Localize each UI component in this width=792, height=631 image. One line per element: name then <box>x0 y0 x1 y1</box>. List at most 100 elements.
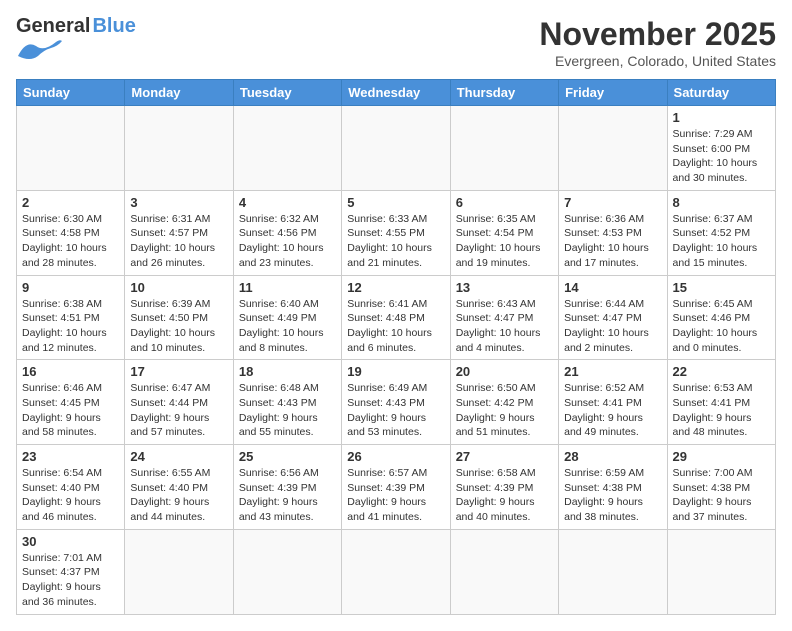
day-info: Sunrise: 6:50 AM Sunset: 4:42 PM Dayligh… <box>456 381 553 440</box>
weekday-header-thursday: Thursday <box>450 80 558 106</box>
day-info: Sunrise: 6:30 AM Sunset: 4:58 PM Dayligh… <box>22 212 119 271</box>
calendar-cell-2-4: 5Sunrise: 6:33 AM Sunset: 4:55 PM Daylig… <box>342 190 450 275</box>
calendar-cell-3-1: 9Sunrise: 6:38 AM Sunset: 4:51 PM Daylig… <box>17 275 125 360</box>
calendar-cell-3-2: 10Sunrise: 6:39 AM Sunset: 4:50 PM Dayli… <box>125 275 233 360</box>
day-info: Sunrise: 6:36 AM Sunset: 4:53 PM Dayligh… <box>564 212 661 271</box>
day-info: Sunrise: 6:43 AM Sunset: 4:47 PM Dayligh… <box>456 297 553 356</box>
day-number: 25 <box>239 449 336 464</box>
weekday-header-friday: Friday <box>559 80 667 106</box>
day-number: 15 <box>673 280 770 295</box>
day-info: Sunrise: 6:57 AM Sunset: 4:39 PM Dayligh… <box>347 466 444 525</box>
day-info: Sunrise: 6:58 AM Sunset: 4:39 PM Dayligh… <box>456 466 553 525</box>
weekday-header-row: SundayMondayTuesdayWednesdayThursdayFrid… <box>17 80 776 106</box>
day-number: 12 <box>347 280 444 295</box>
calendar-subtitle: Evergreen, Colorado, United States <box>539 53 776 69</box>
calendar-table: SundayMondayTuesdayWednesdayThursdayFrid… <box>16 79 776 615</box>
day-number: 9 <box>22 280 119 295</box>
calendar-cell-1-3 <box>233 106 341 191</box>
calendar-cell-6-6 <box>559 529 667 614</box>
day-number: 26 <box>347 449 444 464</box>
calendar-cell-2-5: 6Sunrise: 6:35 AM Sunset: 4:54 PM Daylig… <box>450 190 558 275</box>
calendar-cell-1-2 <box>125 106 233 191</box>
day-info: Sunrise: 6:40 AM Sunset: 4:49 PM Dayligh… <box>239 297 336 356</box>
day-info: Sunrise: 6:54 AM Sunset: 4:40 PM Dayligh… <box>22 466 119 525</box>
day-number: 2 <box>22 195 119 210</box>
calendar-cell-1-5 <box>450 106 558 191</box>
calendar-week-5: 23Sunrise: 6:54 AM Sunset: 4:40 PM Dayli… <box>17 445 776 530</box>
day-info: Sunrise: 6:59 AM Sunset: 4:38 PM Dayligh… <box>564 466 661 525</box>
day-info: Sunrise: 6:32 AM Sunset: 4:56 PM Dayligh… <box>239 212 336 271</box>
day-info: Sunrise: 7:01 AM Sunset: 4:37 PM Dayligh… <box>22 551 119 610</box>
day-number: 17 <box>130 364 227 379</box>
calendar-cell-3-7: 15 Sunrise: 6:45 AM Sunset: 4:46 PM Dayli… <box>667 275 775 360</box>
calendar-cell-6-3 <box>233 529 341 614</box>
calendar-cell-5-6: 28 Sunrise: 6:59 AM Sunset: 4:38 PM Dayli… <box>559 445 667 530</box>
calendar-cell-3-4: 12Sunrise: 6:41 AM Sunset: 4:48 PM Dayli… <box>342 275 450 360</box>
calendar-cell-4-3: 18 Sunrise: 6:48 AM Sunset: 4:43 PM Dayli… <box>233 360 341 445</box>
calendar-cell-2-2: 3Sunrise: 6:31 AM Sunset: 4:57 PM Daylig… <box>125 190 233 275</box>
calendar-cell-6-7 <box>667 529 775 614</box>
calendar-cell-4-5: 20 Sunrise: 6:50 AM Sunset: 4:42 PM Dayli… <box>450 360 558 445</box>
logo-text: General <box>16 16 90 36</box>
day-info: Sunrise: 6:49 AM Sunset: 4:43 PM Dayligh… <box>347 381 444 440</box>
day-info: Sunrise: 7:29 AM Sunset: 6:00 PM Dayligh… <box>673 127 770 186</box>
day-number: 8 <box>673 195 770 210</box>
day-number: 24 <box>130 449 227 464</box>
calendar-week-6: 30Sunrise: 7:01 AM Sunset: 4:37 PM Dayli… <box>17 529 776 614</box>
calendar-week-2: 2 Sunrise: 6:30 AM Sunset: 4:58 PM Daylig… <box>17 190 776 275</box>
calendar-cell-5-1: 23Sunrise: 6:54 AM Sunset: 4:40 PM Dayli… <box>17 445 125 530</box>
day-number: 21 <box>564 364 661 379</box>
weekday-header-sunday: Sunday <box>17 80 125 106</box>
calendar-cell-4-4: 19 Sunrise: 6:49 AM Sunset: 4:43 PM Dayli… <box>342 360 450 445</box>
weekday-header-monday: Monday <box>125 80 233 106</box>
calendar-cell-4-1: 16 Sunrise: 6:46 AM Sunset: 4:45 PM Dayli… <box>17 360 125 445</box>
day-info: Sunrise: 6:33 AM Sunset: 4:55 PM Dayligh… <box>347 212 444 271</box>
calendar-cell-5-5: 27Sunrise: 6:58 AM Sunset: 4:39 PM Dayli… <box>450 445 558 530</box>
calendar-week-1: 1 Sunrise: 7:29 AM Sunset: 6:00 PM Daylig… <box>17 106 776 191</box>
day-info: Sunrise: 6:46 AM Sunset: 4:45 PM Dayligh… <box>22 381 119 440</box>
day-info: Sunrise: 6:45 AM Sunset: 4:46 PM Dayligh… <box>673 297 770 356</box>
calendar-title: November 2025 <box>539 16 776 53</box>
day-number: 22 <box>673 364 770 379</box>
day-info: Sunrise: 6:44 AM Sunset: 4:47 PM Dayligh… <box>564 297 661 356</box>
day-number: 3 <box>130 195 227 210</box>
weekday-header-tuesday: Tuesday <box>233 80 341 106</box>
logo-blue-text: Blue <box>92 16 135 36</box>
calendar-cell-6-5 <box>450 529 558 614</box>
day-number: 18 <box>239 364 336 379</box>
calendar-cell-6-1: 30Sunrise: 7:01 AM Sunset: 4:37 PM Dayli… <box>17 529 125 614</box>
calendar-cell-3-5: 13 Sunrise: 6:43 AM Sunset: 4:47 PM Dayli… <box>450 275 558 360</box>
day-info: Sunrise: 6:37 AM Sunset: 4:52 PM Dayligh… <box>673 212 770 271</box>
calendar-cell-5-7: 29 Sunrise: 7:00 AM Sunset: 4:38 PM Dayli… <box>667 445 775 530</box>
logo-bird-icon <box>16 38 64 60</box>
calendar-cell-2-7: 8 Sunrise: 6:37 AM Sunset: 4:52 PM Daylig… <box>667 190 775 275</box>
calendar-cell-6-4 <box>342 529 450 614</box>
calendar-cell-2-6: 7 Sunrise: 6:36 AM Sunset: 4:53 PM Daylig… <box>559 190 667 275</box>
day-number: 10 <box>130 280 227 295</box>
day-number: 13 <box>456 280 553 295</box>
day-number: 1 <box>673 110 770 125</box>
calendar-cell-5-3: 25Sunrise: 6:56 AM Sunset: 4:39 PM Dayli… <box>233 445 341 530</box>
day-number: 4 <box>239 195 336 210</box>
calendar-cell-1-1 <box>17 106 125 191</box>
logo: General Blue <box>16 16 136 60</box>
calendar-cell-2-3: 4 Sunrise: 6:32 AM Sunset: 4:56 PM Daylig… <box>233 190 341 275</box>
title-section: November 2025 Evergreen, Colorado, Unite… <box>539 16 776 69</box>
day-number: 7 <box>564 195 661 210</box>
calendar-cell-2-1: 2 Sunrise: 6:30 AM Sunset: 4:58 PM Daylig… <box>17 190 125 275</box>
calendar-cell-1-7: 1 Sunrise: 7:29 AM Sunset: 6:00 PM Daylig… <box>667 106 775 191</box>
weekday-header-wednesday: Wednesday <box>342 80 450 106</box>
day-number: 20 <box>456 364 553 379</box>
day-info: Sunrise: 6:48 AM Sunset: 4:43 PM Dayligh… <box>239 381 336 440</box>
calendar-week-3: 9Sunrise: 6:38 AM Sunset: 4:51 PM Daylig… <box>17 275 776 360</box>
calendar-cell-5-4: 26 Sunrise: 6:57 AM Sunset: 4:39 PM Dayli… <box>342 445 450 530</box>
day-info: Sunrise: 6:35 AM Sunset: 4:54 PM Dayligh… <box>456 212 553 271</box>
day-info: Sunrise: 7:00 AM Sunset: 4:38 PM Dayligh… <box>673 466 770 525</box>
calendar-cell-1-6 <box>559 106 667 191</box>
day-number: 29 <box>673 449 770 464</box>
day-number: 28 <box>564 449 661 464</box>
weekday-header-saturday: Saturday <box>667 80 775 106</box>
day-number: 19 <box>347 364 444 379</box>
calendar-cell-6-2 <box>125 529 233 614</box>
day-number: 16 <box>22 364 119 379</box>
